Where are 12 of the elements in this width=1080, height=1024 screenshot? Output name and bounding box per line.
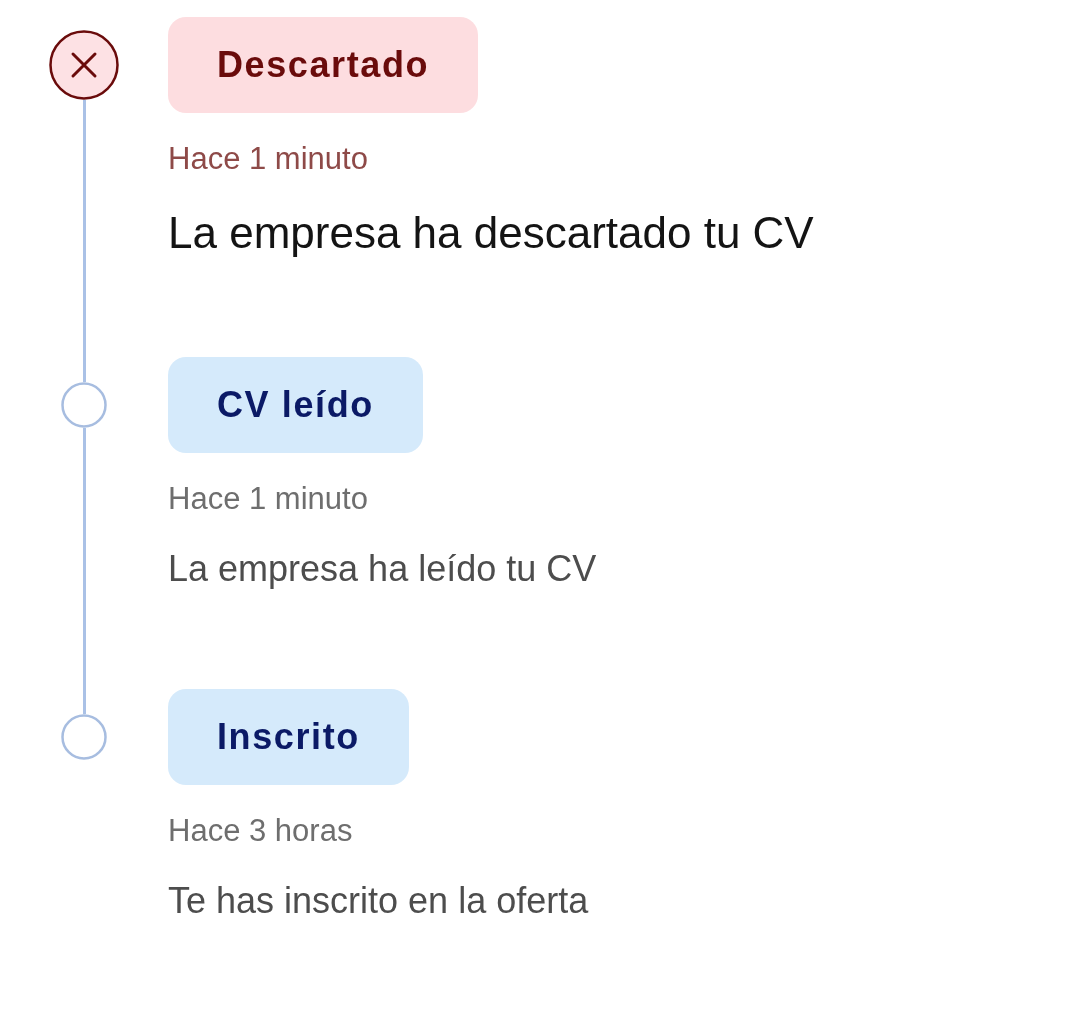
status-badge: Descartado [168,17,479,113]
x-circle-icon [49,30,119,100]
event-description: La empresa ha leído tu CV [168,547,597,591]
status-badge: Inscrito [168,689,409,785]
event-time: Hace 1 minuto [168,480,368,518]
event-time: Hace 3 horas [168,812,353,850]
circle-icon [61,382,107,428]
event-description: La empresa ha descartado tu CV [168,207,814,259]
status-badge: CV leído [168,357,423,453]
event-description: Te has inscrito en la oferta [168,879,589,923]
circle-icon [61,714,107,760]
event-time: Hace 1 minuto [168,140,368,178]
